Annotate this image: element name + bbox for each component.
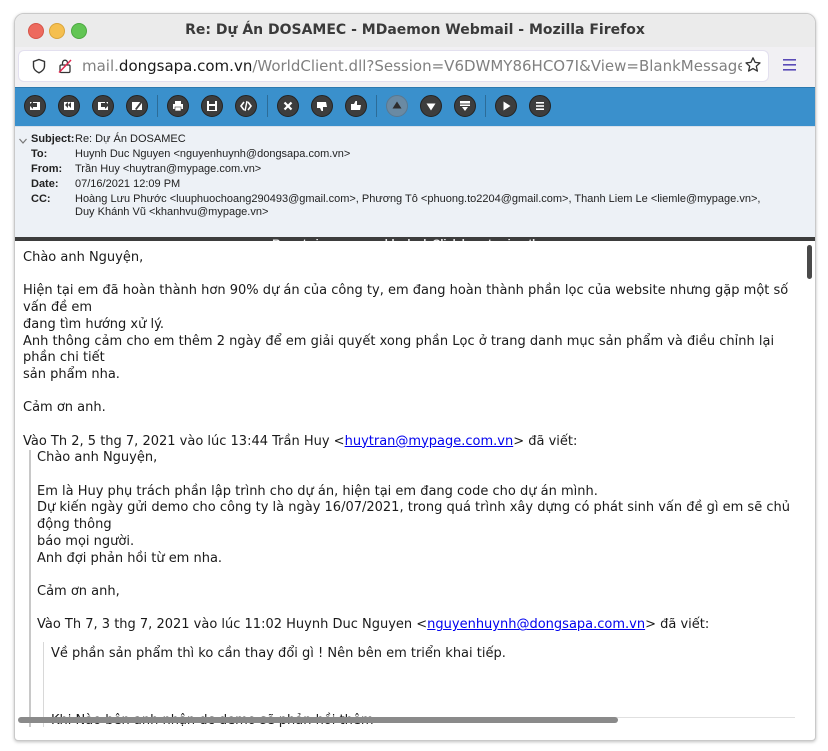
cc-value[interactable]: Hoàng Lưu Phước <luuphuochoang290493@gma… [75, 193, 775, 219]
reply-attribution: Vào Th 2, 5 thg 7, 2021 vào lúc 13:44 Tr… [23, 434, 798, 451]
attribution-suffix: > đã viết: [645, 617, 710, 633]
cc-label: CC: [31, 193, 51, 205]
forward-icon[interactable] [92, 95, 114, 117]
nested-quote-line: Về phần sản phẩm thì ko cần thay đổi gì … [51, 646, 506, 662]
nguyenhuynh-email-link[interactable]: nguyenhuynh@dongsapa.com.vn [427, 617, 645, 632]
url-domain: dongsapa.com.vn [118, 57, 253, 75]
quote-line: Dự kiến ngày gửi demo cho công ty là ngà… [37, 500, 790, 533]
quote-line: Em là Huy phụ trách phần lập trình cho d… [37, 483, 598, 499]
horizontal-scrollbar[interactable] [18, 717, 618, 723]
quote-thanks: Cảm ơn anh, [37, 583, 120, 599]
huytran-email-link[interactable]: huytran@mypage.com.vn [345, 434, 514, 449]
move-to-folder-icon[interactable] [454, 95, 476, 117]
insecure-lock-icon[interactable] [57, 58, 73, 74]
browser-window: Re: Dự Án DOSAMEC - MDaemon Webmail - Mo… [14, 13, 816, 741]
thumbs-up-icon[interactable] [345, 95, 367, 117]
vertical-scrollbar[interactable] [807, 245, 812, 279]
quoted-message: Chào anh Nguyện, Em là Huy phụ trách phầ… [29, 450, 798, 727]
more-menu-icon[interactable] [529, 95, 551, 117]
mail-toolbar [15, 87, 815, 126]
title-bar: Re: Dự Án DOSAMEC - MDaemon Webmail - Mo… [15, 14, 815, 47]
thanks-line: Cảm ơn anh. [23, 400, 106, 416]
delete-icon[interactable] [277, 95, 299, 117]
save-icon[interactable] [201, 95, 223, 117]
paragraph-line: đang tìm hướng xử lý. [23, 316, 165, 332]
bookmark-star-icon[interactable] [744, 56, 762, 74]
quote-line: báo mọi người. [37, 533, 135, 549]
url-path: /WorldClient.dll?Session=V6DWMY86HCO7I&V… [252, 57, 742, 75]
attribution-prefix: Vào Th 2, 5 thg 7, 2021 vào lúc 13:44 Tr… [23, 433, 345, 449]
view-source-icon[interactable] [235, 95, 257, 117]
url-text[interactable]: mail.dongsapa.com.vn/WorldClient.dll?Ses… [82, 57, 742, 75]
from-label: From: [31, 163, 63, 175]
subject-label: Subject: [31, 133, 75, 145]
next-message-icon[interactable] [420, 95, 442, 117]
print-icon[interactable] [167, 95, 189, 117]
date-value: 07/16/2021 12:09 PM [75, 178, 181, 190]
url-bar[interactable]: mail.dongsapa.com.vn/WorldClient.dll?Ses… [19, 51, 768, 81]
nested-quoted-message: Về phần sản phẩm thì ko cần thay đổi gì … [43, 642, 798, 727]
to-label: To: [31, 148, 48, 160]
paragraph-line: Hiện tại em đã hoàn thành hơn 90% dự án … [23, 283, 789, 316]
attribution-prefix: Vào Th 7, 3 thg 7, 2021 vào lúc 11:02 Hu… [37, 617, 428, 633]
navigation-bar: mail.dongsapa.com.vn/WorldClient.dll?Ses… [15, 47, 815, 87]
collapse-chevron-icon[interactable] [19, 137, 27, 145]
to-value[interactable]: Huynh Duc Nguyen <nguyenhuynh@dongsapa.c… [75, 148, 775, 161]
toolbar-separator [376, 95, 377, 117]
attribution-suffix: > đã viết: [513, 433, 578, 449]
paragraph-line: sản phẩm nha. [23, 366, 120, 382]
previous-message-icon[interactable] [386, 95, 408, 117]
quote-greeting: Chào anh Nguyện, [37, 450, 158, 466]
thumbs-down-icon[interactable] [311, 95, 333, 117]
toolbar-separator [267, 95, 268, 117]
date-label: Date: [31, 178, 59, 190]
reply-all-icon[interactable] [58, 95, 80, 117]
quote-line: Anh đợi phản hồi từ em nha. [37, 550, 223, 566]
paragraph-line: Anh thông cảm cho em thêm 2 ngày để em g… [23, 333, 775, 366]
toolbar-separator [485, 95, 486, 117]
play-icon[interactable] [495, 95, 517, 117]
from-value[interactable]: Trần Huy <huytran@mypage.com.vn> [75, 163, 775, 176]
quote-attribution: Vào Th 7, 3 thg 7, 2021 vào lúc 11:02 Hu… [37, 617, 798, 634]
hamburger-menu-icon[interactable] [782, 58, 798, 72]
window-title: Re: Dự Án DOSAMEC - MDaemon Webmail - Mo… [185, 22, 645, 38]
message-body: Chào anh Nguyện, Hiện tại em đã hoàn thà… [15, 241, 815, 727]
toolbar-separator [157, 95, 158, 117]
message-headers: Subject: Re: Dự Án DOSAMEC To: Huynh Duc… [15, 126, 815, 237]
edit-icon[interactable] [126, 95, 148, 117]
url-prefix: mail. [82, 57, 119, 75]
subject-value: Re: Dự Án DOSAMEC [75, 133, 186, 145]
shield-icon[interactable] [31, 58, 47, 74]
reply-icon[interactable] [24, 95, 46, 117]
greeting: Chào anh Nguyện, [23, 250, 144, 265]
